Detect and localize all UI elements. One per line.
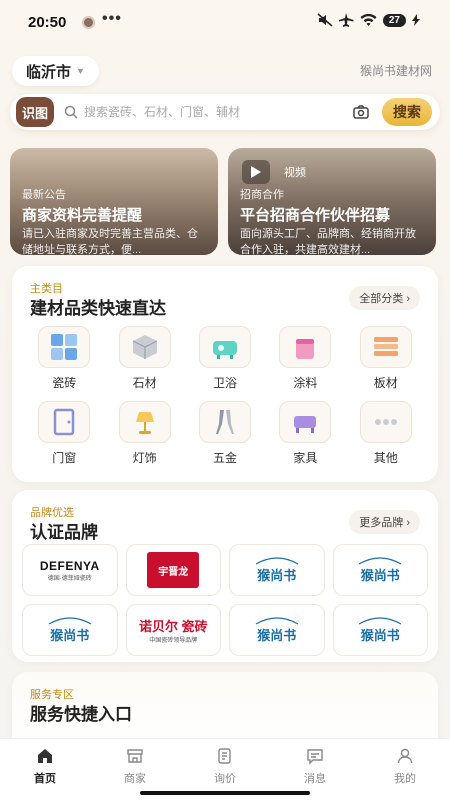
brand-logo-red[interactable]: 宇晋龙: [125, 544, 221, 596]
paint-icon: [279, 326, 332, 368]
avatar-icon: [82, 16, 95, 29]
recruitment-banner[interactable]: 视频 招商合作 平台招商合作伙伴招募 面向源头工厂、品牌商、经销商开放合作入驻，…: [228, 148, 436, 255]
more-dots-icon: •••: [102, 10, 122, 27]
stone-icon: [118, 326, 171, 368]
brand-logo-hss[interactable]: 猴尚书: [229, 544, 325, 596]
status-time: 20:50: [28, 14, 67, 31]
tab-label: 询价: [214, 773, 236, 785]
search-button[interactable]: 搜索: [382, 98, 432, 126]
banner-tag: 最新公告: [22, 189, 66, 201]
chevron-down-icon: ▼: [76, 66, 85, 76]
door-icon: [38, 401, 91, 443]
category-label: 涂料: [293, 376, 318, 390]
hss-logo: 猴尚书: [357, 616, 403, 644]
status-icons: 27: [317, 13, 420, 27]
status-bar: 20:50 ••• 27: [0, 0, 450, 44]
category-item-paint[interactable]: 涂料: [265, 326, 345, 391]
play-icon[interactable]: [242, 160, 270, 184]
category-item-tile[interactable]: 瓷砖: [24, 326, 104, 391]
brand-logo-grid: DEFENYA 德国·德菲娅瓷砖 宇晋龙 猴尚书 猴尚书 猴尚书 诺贝尔 瓷砖 …: [22, 544, 428, 656]
tab-label: 商家: [124, 773, 146, 785]
brand-section: 品牌优选 认证品牌 更多品牌 › DEFENYA 德国·德菲娅瓷砖 宇晋龙 猴尚…: [12, 490, 438, 662]
category-item-stone[interactable]: 石材: [104, 326, 184, 391]
nobel-logo: 诺贝尔 瓷砖 中国瓷砖领导品牌: [138, 619, 208, 644]
search-input[interactable]: [84, 105, 352, 119]
category-item-hardware[interactable]: 五金: [185, 401, 265, 466]
inquiry-icon: [216, 747, 234, 765]
hss-logo: 猴尚书: [254, 556, 300, 584]
more-icon: [359, 401, 412, 443]
category-label: 卫浴: [212, 376, 237, 390]
more-brands-button[interactable]: 更多品牌 ›: [349, 510, 420, 534]
header: 临沂市 ▼ 猴尚书建材网: [0, 54, 450, 88]
airplane-icon: [338, 13, 354, 27]
category-label: 其他: [373, 451, 398, 465]
tab-label: 首页: [34, 773, 56, 785]
furniture-icon: [279, 401, 332, 443]
brand-logo-hss[interactable]: 猴尚书: [22, 604, 118, 656]
search-icon: [64, 105, 78, 119]
category-label: 门窗: [52, 451, 77, 465]
search-bar: 识图 搜索: [10, 94, 440, 130]
banner-desc: 请已入驻商家及时完善主营品类、仓储地址与联系方式，便...: [22, 228, 198, 255]
all-categories-button[interactable]: 全部分类 ›: [349, 286, 420, 310]
hss-logo: 猴尚书: [357, 556, 403, 584]
section-title: 服务快捷入口: [30, 705, 132, 724]
category-label: 灯饰: [132, 451, 157, 465]
category-item-lamp[interactable]: 灯饰: [104, 401, 184, 466]
red-brand-logo: 宇晋龙: [147, 552, 200, 588]
tab-profile[interactable]: 我的: [360, 739, 450, 800]
message-icon: [306, 747, 324, 765]
category-item-door[interactable]: 门窗: [24, 401, 104, 466]
lamp-icon: [118, 401, 171, 443]
category-section: 主类目 建材品类快速直达 全部分类 › 瓷砖 石材 卫浴 涂料 板材 门窗 灯饰…: [12, 266, 438, 482]
category-label: 瓷砖: [52, 376, 77, 390]
battery-indicator: 27: [382, 13, 406, 27]
brand-logo-defenya[interactable]: DEFENYA 德国·德菲娅瓷砖: [22, 544, 118, 596]
city-label: 临沂市: [26, 63, 72, 81]
category-item-furniture[interactable]: 家具: [265, 401, 345, 466]
brand-name: 猴尚书建材网: [359, 64, 432, 78]
tab-home[interactable]: 首页: [0, 739, 90, 800]
user-icon: [396, 747, 414, 765]
brand-logo-hss[interactable]: 猴尚书: [229, 604, 325, 656]
wifi-icon: [360, 13, 377, 26]
hss-logo: 猴尚书: [254, 616, 300, 644]
category-grid: 瓷砖 石材 卫浴 涂料 板材 门窗 灯饰 五金 家具 其他: [24, 326, 426, 466]
tile-icon: [38, 326, 91, 368]
banner-title: 商家资料完善提醒: [22, 207, 143, 224]
category-label: 石材: [132, 376, 157, 390]
section-title: 建材品类快速直达: [30, 299, 166, 318]
brand-logo-hss[interactable]: 猴尚书: [332, 604, 428, 656]
tab-label: 消息: [304, 773, 326, 785]
shop-icon: [126, 747, 144, 765]
category-item-board[interactable]: 板材: [346, 326, 426, 391]
mute-icon: [317, 13, 333, 27]
hardware-icon: [198, 401, 251, 443]
category-label: 五金: [212, 451, 237, 465]
video-label: 视频: [284, 167, 306, 179]
brand-logo-nobel[interactable]: 诺贝尔 瓷砖 中国瓷砖领导品牌: [125, 604, 221, 656]
section-title: 认证品牌: [30, 523, 98, 542]
city-selector[interactable]: 临沂市 ▼: [12, 56, 99, 86]
category-label: 板材: [373, 376, 398, 390]
hss-logo: 猴尚书: [47, 616, 93, 644]
board-icon: [359, 326, 412, 368]
category-item-other[interactable]: 其他: [346, 401, 426, 466]
charging-icon: [412, 14, 420, 26]
defenya-logo: DEFENYA 德国·德菲娅瓷砖: [39, 558, 100, 582]
category-item-bath[interactable]: 卫浴: [185, 326, 265, 391]
home-icon: [36, 747, 54, 765]
banner-tag: 招商合作: [240, 189, 284, 201]
tab-label: 我的: [394, 773, 416, 785]
camera-icon[interactable]: [352, 103, 370, 121]
category-label: 家具: [293, 451, 318, 465]
image-search-button[interactable]: 识图: [16, 97, 54, 127]
bathtub-icon: [198, 326, 251, 368]
home-indicator: [140, 791, 310, 795]
announcement-banner[interactable]: 最新公告 商家资料完善提醒 请已入驻商家及时完善主营品类、仓储地址与联系方式，便…: [10, 148, 218, 255]
banner-desc: 面向源头工厂、品牌商、经销商开放合作入驻，共建高效建材...: [240, 228, 416, 255]
brand-logo-hss[interactable]: 猴尚书: [332, 544, 428, 596]
banner-title: 平台招商合作伙伴招募: [240, 207, 391, 224]
